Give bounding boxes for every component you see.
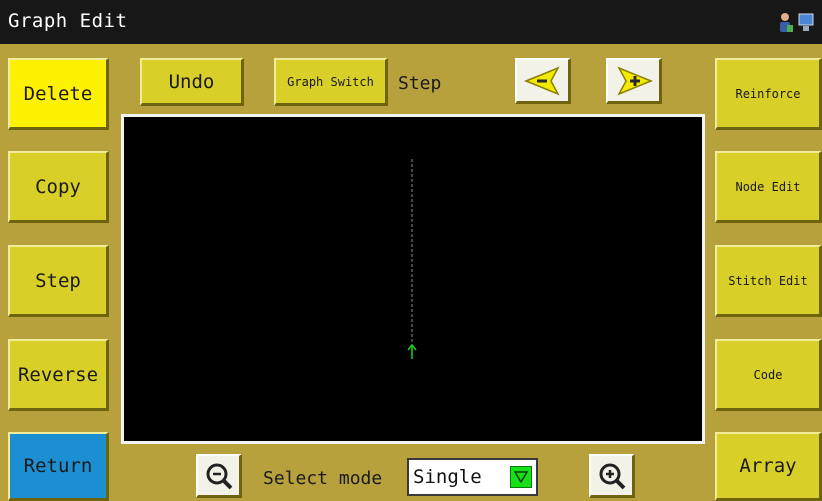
start-arrow-icon	[407, 343, 417, 359]
undo-button[interactable]: Undo	[140, 58, 244, 106]
copy-button[interactable]: Copy	[8, 151, 109, 223]
reverse-button[interactable]: Reverse	[8, 339, 109, 411]
step-button[interactable]: Step	[8, 245, 109, 317]
plus-arrow-icon	[616, 66, 653, 95]
user-icon	[780, 13, 793, 32]
computer-icon	[798, 13, 814, 31]
select-mode-value: Single	[413, 466, 482, 488]
graph-canvas[interactable]	[121, 114, 705, 444]
title-bar: Graph Edit	[0, 0, 822, 44]
node-edit-button[interactable]: Node Edit	[715, 151, 822, 223]
zoom-out-icon	[206, 463, 232, 489]
stitch-graph	[407, 159, 417, 359]
zoom-out-button[interactable]	[196, 454, 242, 498]
return-button[interactable]: Return	[8, 432, 109, 501]
minus-arrow-icon	[523, 66, 560, 95]
zoom-in-button[interactable]	[589, 454, 635, 498]
zoom-in-icon	[599, 463, 625, 489]
reinforce-button[interactable]: Reinforce	[715, 58, 822, 130]
graph-switch-button[interactable]: Graph Switch	[274, 58, 388, 106]
step-prev-button[interactable]	[515, 58, 571, 104]
select-mode-label: Select mode	[263, 468, 383, 489]
status-icons	[776, 10, 816, 34]
delete-button[interactable]: Delete	[8, 58, 109, 130]
select-mode-dropdown[interactable]: Single	[407, 458, 538, 496]
chevron-down-icon[interactable]	[510, 466, 532, 488]
step-next-button[interactable]	[606, 58, 662, 104]
code-button[interactable]: Code	[715, 339, 822, 411]
window-title: Graph Edit	[8, 10, 128, 32]
stitch-edit-button[interactable]: Stitch Edit	[715, 245, 822, 317]
array-button[interactable]: Array	[715, 432, 822, 501]
step-label: Step	[398, 73, 442, 94]
